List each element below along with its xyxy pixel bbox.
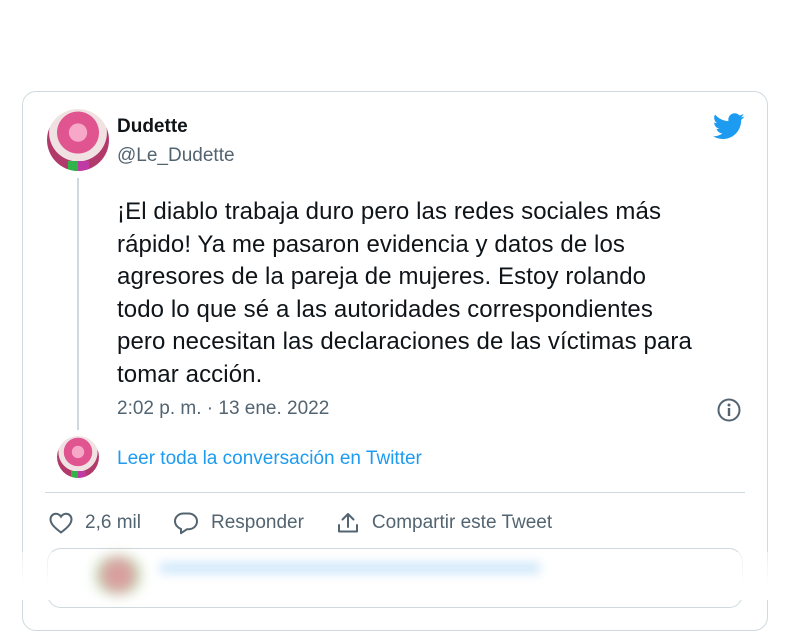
tweet-timestamp[interactable]: 2:02 p. m. · 13 ene. 2022 [117,398,329,420]
reply-icon [173,512,198,535]
blurred-link [160,562,540,574]
tweet-line: tomar acción. [117,360,263,388]
read-conversation-link[interactable]: Leer toda la conversación en Twitter [117,448,422,470]
thread-line [77,178,79,430]
tweet-card: Dudette @Le_Dudette ¡El diablo trabaja d… [22,91,768,631]
avatar-stripe-purple [78,161,90,171]
tweet-line: pero necesitan las declaraciones de las … [117,328,692,355]
twitter-bird-icon[interactable] [713,113,745,140]
author-name[interactable]: Dudette [117,116,188,138]
avatar-stripe-green [71,471,78,478]
action-bar: 2,6 mil Responder Compartir este Tweet [49,508,584,538]
avatar[interactable] [47,109,109,171]
like-count: 2,6 mil [85,512,141,533]
heart-icon [49,512,73,534]
info-icon[interactable] [716,397,742,423]
share-button[interactable]: Compartir este Tweet [336,511,552,535]
tweet-line: todo lo que sé a las autoridades corresp… [117,295,653,323]
tweet-text: ¡El diablo trabaja duro pero las redes s… [117,196,757,391]
tweet-line: agresores de la pareja de mujeres. Estoy… [117,263,647,290]
author-handle[interactable]: @Le_Dudette [117,145,235,167]
like-button[interactable]: 2,6 mil [49,512,141,534]
share-label: Compartir este Tweet [371,512,553,533]
tweet-line: rápido! Ya me pasaron evidencia y datos … [117,230,626,258]
avatar-small[interactable] [57,436,99,478]
tweet-line: ¡El diablo trabaja duro pero las redes s… [117,198,662,225]
divider [45,492,745,493]
avatar-stripe-purple [78,471,86,478]
reply-label: Responder [210,512,304,533]
reply-button[interactable]: Responder [173,511,304,535]
avatar-stripe-green [68,161,78,171]
share-icon [337,513,358,533]
blurred-avatar [90,555,146,595]
